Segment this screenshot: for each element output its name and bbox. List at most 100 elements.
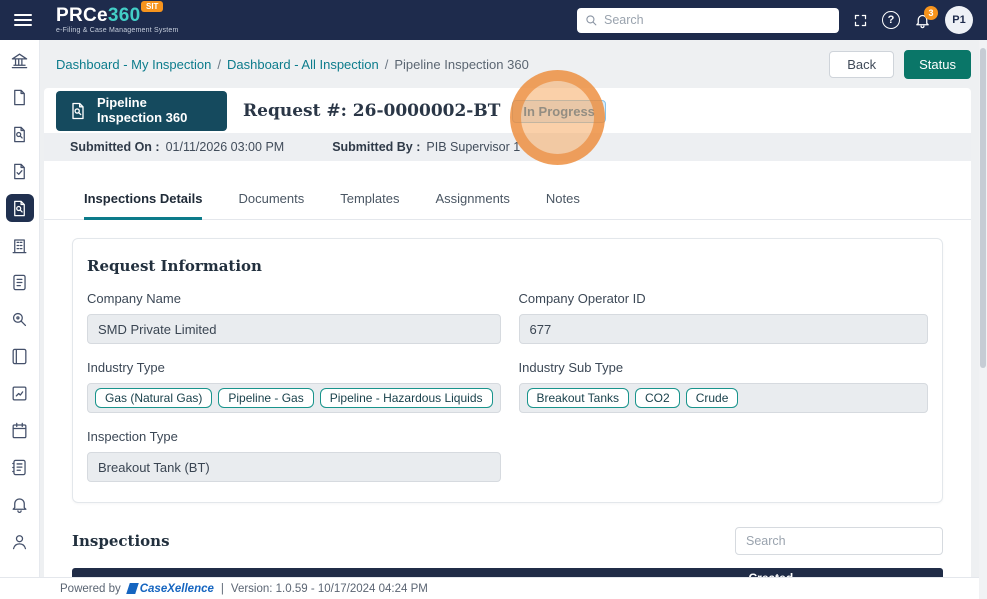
global-search-input[interactable] bbox=[604, 13, 831, 27]
breadcrumb-row: Dashboard - My Inspection / Dashboard - … bbox=[40, 40, 987, 88]
operator-id-field: Company Operator ID 677 bbox=[519, 291, 929, 344]
breadcrumb-separator: / bbox=[385, 57, 389, 72]
content-panel: Pipeline Inspection 360 Request #: 26-00… bbox=[44, 88, 971, 599]
industry-type-field: Industry Type Gas (Natural Gas) Pipeline… bbox=[87, 360, 501, 413]
sidebar-item-alerts[interactable] bbox=[6, 490, 34, 518]
environment-badge: SIT bbox=[141, 1, 163, 12]
tab-notes[interactable]: Notes bbox=[546, 191, 580, 219]
industry-type-tag: Pipeline - Gas bbox=[218, 388, 313, 408]
sidebar-item-institution[interactable] bbox=[6, 46, 34, 74]
industry-sub-type-input: Breakout Tanks CO2 Crude bbox=[519, 383, 929, 413]
inspection-type-label: Inspection Type bbox=[87, 429, 501, 444]
user-avatar[interactable]: P1 bbox=[945, 6, 973, 34]
status-button[interactable]: Status bbox=[904, 50, 971, 79]
sidebar-item-library[interactable] bbox=[6, 342, 34, 370]
file-icon bbox=[10, 88, 29, 107]
fullscreen-icon[interactable] bbox=[853, 13, 868, 28]
request-label: Request #: bbox=[243, 101, 347, 121]
industry-sub-type-tag: Crude bbox=[686, 388, 739, 408]
logo-tagline: e-Filing & Case Management System bbox=[56, 27, 179, 34]
request-number: 26-0000002-BT bbox=[353, 101, 501, 121]
help-icon[interactable]: ? bbox=[882, 11, 900, 29]
sidebar-item-calendar[interactable] bbox=[6, 416, 34, 444]
breadcrumb-link-all-inspection[interactable]: Dashboard - All Inspection bbox=[227, 57, 379, 72]
industry-sub-type-label: Industry Sub Type bbox=[519, 360, 929, 375]
inspections-search-input[interactable] bbox=[735, 527, 943, 555]
tab-bar: Inspections Details Documents Templates … bbox=[44, 191, 971, 220]
sidebar-item-filings[interactable] bbox=[6, 83, 34, 111]
brand-logo-icon bbox=[126, 583, 139, 594]
sidebar-item-approvals[interactable] bbox=[6, 157, 34, 185]
file-search-icon bbox=[68, 101, 88, 121]
submitted-on-value: 01/11/2026 03:00 PM bbox=[166, 140, 285, 154]
footer-divider: | bbox=[221, 583, 224, 595]
industry-type-input: Gas (Natural Gas) Pipeline - Gas Pipelin… bbox=[87, 383, 501, 413]
bank-icon bbox=[10, 51, 29, 70]
sidebar-item-forms[interactable] bbox=[6, 268, 34, 296]
notifications-bell[interactable]: 3 bbox=[914, 12, 931, 29]
chart-icon bbox=[10, 384, 29, 403]
status-badge: In Progress bbox=[512, 100, 606, 123]
sidebar-item-inspections[interactable] bbox=[6, 194, 34, 222]
scrollbar-thumb[interactable] bbox=[980, 48, 986, 368]
operator-id-label: Company Operator ID bbox=[519, 291, 929, 306]
module-title: Pipeline Inspection 360 bbox=[97, 96, 215, 126]
person-icon bbox=[10, 532, 29, 551]
vertical-scrollbar[interactable] bbox=[979, 40, 987, 599]
request-number-title: Request #: 26-0000002-BT bbox=[243, 101, 500, 121]
industry-type-tag: Gas (Natural Gas) bbox=[95, 388, 212, 408]
breadcrumb: Dashboard - My Inspection / Dashboard - … bbox=[56, 57, 529, 72]
request-information-title: Request Information bbox=[87, 257, 928, 275]
submitted-by-value: PIB Supervisor 1 bbox=[426, 140, 520, 154]
submitted-by-label: Submitted By : bbox=[332, 140, 420, 154]
sidebar-item-lookup[interactable] bbox=[6, 305, 34, 333]
company-name-field: Company Name SMD Private Limited bbox=[87, 291, 501, 344]
notification-count-badge: 3 bbox=[924, 6, 938, 20]
sidebar-item-case-search[interactable] bbox=[6, 120, 34, 148]
company-name-label: Company Name bbox=[87, 291, 501, 306]
main-content-area: Dashboard - My Inspection / Dashboard - … bbox=[40, 40, 987, 599]
sidebar-item-journal[interactable] bbox=[6, 453, 34, 481]
top-header-bar: PRCe 360 e-Filing & Case Management Syst… bbox=[0, 0, 987, 40]
industry-sub-type-field: Industry Sub Type Breakout Tanks CO2 Cru… bbox=[519, 360, 929, 413]
magnifier-icon bbox=[10, 310, 29, 329]
breadcrumb-current-page: Pipeline Inspection 360 bbox=[394, 57, 528, 72]
breadcrumb-link-my-inspection[interactable]: Dashboard - My Inspection bbox=[56, 57, 211, 72]
industry-sub-type-tag: CO2 bbox=[635, 388, 680, 408]
tab-assignments[interactable]: Assignments bbox=[435, 191, 509, 219]
company-name-input: SMD Private Limited bbox=[87, 314, 501, 344]
journal-icon bbox=[10, 458, 29, 477]
industry-type-label: Industry Type bbox=[87, 360, 501, 375]
tab-inspections-details[interactable]: Inspections Details bbox=[84, 191, 202, 220]
left-icon-sidebar bbox=[0, 40, 40, 599]
inspection-type-field: Inspection Type Breakout Tank (BT) bbox=[87, 429, 501, 482]
module-badge: Pipeline Inspection 360 bbox=[56, 91, 227, 131]
submitted-on-label: Submitted On : bbox=[70, 140, 160, 154]
tab-templates[interactable]: Templates bbox=[340, 191, 399, 219]
brand-link[interactable]: CaseXellence bbox=[128, 583, 214, 595]
hamburger-menu-icon[interactable] bbox=[14, 11, 34, 29]
calendar-icon bbox=[10, 421, 29, 440]
industry-sub-type-tag: Breakout Tanks bbox=[527, 388, 630, 408]
file-search-icon bbox=[10, 125, 29, 144]
sidebar-item-organizations[interactable] bbox=[6, 231, 34, 259]
bell-icon bbox=[10, 495, 29, 514]
inspections-title: Inspections bbox=[72, 532, 170, 550]
sidebar-item-reports[interactable] bbox=[6, 379, 34, 407]
logo-accent-text: 360 bbox=[108, 6, 141, 25]
logo-text: PRCe bbox=[56, 6, 108, 25]
global-search[interactable] bbox=[577, 8, 839, 33]
request-information-card: Request Information Company Name SMD Pri… bbox=[72, 238, 943, 503]
building-icon bbox=[10, 236, 29, 255]
sidebar-item-profile[interactable] bbox=[6, 527, 34, 555]
tablet-form-icon bbox=[10, 273, 29, 292]
inspection-type-input: Breakout Tank (BT) bbox=[87, 452, 501, 482]
tab-documents[interactable]: Documents bbox=[238, 191, 304, 219]
powered-by-label: Powered by bbox=[60, 583, 121, 595]
operator-id-input: 677 bbox=[519, 314, 929, 344]
file-search-icon bbox=[10, 199, 29, 218]
submission-info-strip: Submitted On : 01/11/2026 03:00 PM Submi… bbox=[44, 133, 971, 161]
app-footer: Powered by CaseXellence | Version: 1.0.5… bbox=[0, 577, 987, 599]
book-icon bbox=[10, 347, 29, 366]
back-button[interactable]: Back bbox=[829, 51, 894, 78]
